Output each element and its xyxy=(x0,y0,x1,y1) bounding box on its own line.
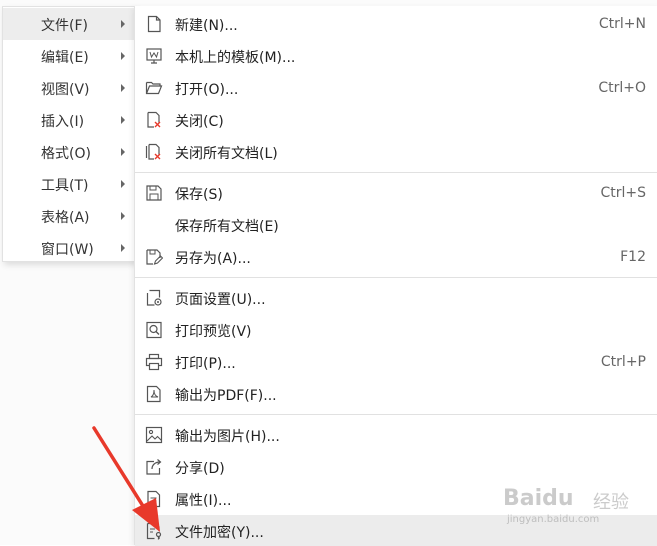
file-menu-page-setup[interactable]: 页面设置(U)... xyxy=(135,282,657,314)
menu-item-label: 关闭(C) xyxy=(175,114,224,130)
menu-item-label: 窗口(W) xyxy=(41,242,94,258)
menu-item-label: 文件加密(Y)... xyxy=(175,525,264,541)
menu-item-label: 页面设置(U)... xyxy=(175,292,266,308)
submenu-arrow-icon xyxy=(121,180,125,188)
menu-item-label: 输出为PDF(F)... xyxy=(175,388,277,404)
menu-item-label: 表格(A) xyxy=(41,210,90,226)
menu-item-shortcut: Ctrl+P xyxy=(600,354,646,370)
menu-item-label: 编辑(E) xyxy=(41,50,89,66)
file-menu-print[interactable]: 打印(P)... Ctrl+P xyxy=(135,346,657,378)
menu-item-label: 保存(S) xyxy=(175,187,223,203)
menu-item-label: 格式(O) xyxy=(41,146,91,162)
red-arrow xyxy=(92,426,160,532)
file-menu-close-all[interactable]: 关闭所有文档(L) xyxy=(135,136,657,168)
file-menu-save-all[interactable]: 保存所有文档(E) xyxy=(135,209,657,241)
file-menu-export-pdf[interactable]: 输出为PDF(F)... xyxy=(135,378,657,410)
file-menu-local-templates[interactable]: 本机上的模板(M)... xyxy=(135,40,657,72)
menu-item-label: 保存所有文档(E) xyxy=(175,219,279,235)
menu-item-label: 本机上的模板(M)... xyxy=(175,50,296,66)
menu-item-shortcut: Ctrl+O xyxy=(598,80,646,96)
menu-item-table[interactable]: 表格(A) xyxy=(3,200,135,232)
save-as-icon xyxy=(145,248,163,266)
template-icon xyxy=(145,47,163,65)
submenu-arrow-icon xyxy=(121,244,125,252)
file-menu-print-preview[interactable]: 打印预览(V) xyxy=(135,314,657,346)
submenu-arrow-icon xyxy=(121,20,125,28)
close-document-icon xyxy=(145,111,163,129)
menu-item-label: 另存为(A)... xyxy=(175,251,251,267)
file-menu-close[interactable]: 关闭(C) xyxy=(135,104,657,136)
menu-item-shortcut: Ctrl+S xyxy=(600,185,646,201)
menu-item-label: 视图(V) xyxy=(41,82,90,98)
file-submenu: 新建(N)... Ctrl+N 本机上的模板(M)... 打开(O)... Ct… xyxy=(134,6,657,546)
close-all-documents-icon xyxy=(145,143,163,161)
menu-separator xyxy=(135,277,657,278)
file-menu-properties[interactable]: 属性(I)... xyxy=(135,483,657,515)
app-background: 文件(F) 编辑(E) 视图(V) 插入(I) 格式(O) 工具(T) 表格(A… xyxy=(0,0,657,546)
open-folder-icon xyxy=(145,79,163,97)
file-menu-open[interactable]: 打开(O)... Ctrl+O xyxy=(135,72,657,104)
file-menu-share[interactable]: 分享(D) xyxy=(135,451,657,483)
file-menu-new[interactable]: 新建(N)... Ctrl+N xyxy=(135,8,657,40)
menu-item-window[interactable]: 窗口(W) xyxy=(3,232,135,264)
file-menu-export-image[interactable]: 输出为图片(H)... xyxy=(135,419,657,451)
menu-item-label: 输出为图片(H)... xyxy=(175,429,280,445)
menu-item-insert[interactable]: 插入(I) xyxy=(3,104,135,136)
menu-item-label: 分享(D) xyxy=(175,461,225,477)
submenu-arrow-icon xyxy=(121,212,125,220)
menu-separator xyxy=(135,414,657,415)
menu-item-label: 打印(P)... xyxy=(175,356,236,372)
menu-item-label: 文件(F) xyxy=(41,18,88,34)
menu-item-edit[interactable]: 编辑(E) xyxy=(3,40,135,72)
menu-item-label: 打印预览(V) xyxy=(175,324,252,340)
new-document-icon xyxy=(145,15,163,33)
submenu-arrow-icon xyxy=(121,52,125,60)
menu-item-shortcut: Ctrl+N xyxy=(598,16,646,32)
export-pdf-icon xyxy=(145,385,163,403)
menu-item-tools[interactable]: 工具(T) xyxy=(3,168,135,200)
menu-item-shortcut: F12 xyxy=(620,249,646,265)
submenu-arrow-icon xyxy=(121,148,125,156)
menu-item-format[interactable]: 格式(O) xyxy=(3,136,135,168)
menu-item-label: 关闭所有文档(L) xyxy=(175,146,278,162)
printer-icon xyxy=(145,353,163,371)
menu-item-label: 打开(O)... xyxy=(175,82,239,98)
menu-item-view[interactable]: 视图(V) xyxy=(3,72,135,104)
page-setup-icon xyxy=(145,289,163,307)
menu-item-file[interactable]: 文件(F) xyxy=(3,8,135,40)
save-icon xyxy=(145,184,163,202)
file-menu-save[interactable]: 保存(S) Ctrl+S xyxy=(135,177,657,209)
menu-separator xyxy=(135,172,657,173)
menu-item-label: 新建(N)... xyxy=(175,18,238,34)
submenu-arrow-icon xyxy=(121,84,125,92)
menu-item-label: 工具(T) xyxy=(41,178,89,194)
menu-item-label: 属性(I)... xyxy=(175,493,232,509)
submenu-arrow-icon xyxy=(121,116,125,124)
file-menu-encrypt[interactable]: 文件加密(Y)... xyxy=(135,515,657,546)
menu-item-label: 插入(I) xyxy=(41,114,85,130)
main-menu: 文件(F) 编辑(E) 视图(V) 插入(I) 格式(O) 工具(T) 表格(A… xyxy=(2,6,136,262)
file-menu-save-as[interactable]: 另存为(A)... F12 xyxy=(135,241,657,273)
print-preview-icon xyxy=(145,321,163,339)
